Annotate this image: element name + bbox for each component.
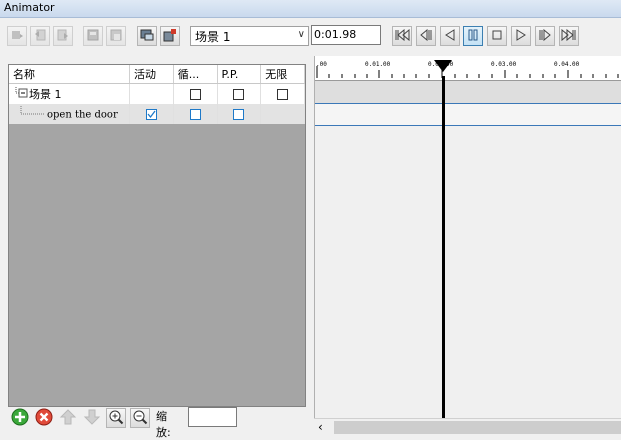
move-up-button[interactable] — [58, 408, 78, 428]
loop-checkbox[interactable] — [189, 108, 201, 120]
go-to-start-button[interactable] — [392, 26, 412, 46]
scrollbar-thumb[interactable] — [334, 421, 621, 434]
redo-icon — [56, 28, 70, 45]
step-back-button[interactable] — [416, 26, 436, 46]
save-icon — [163, 28, 177, 45]
window-title: Animator — [4, 1, 55, 14]
playhead-handle[interactable] — [434, 60, 452, 72]
timeline-track-scene[interactable] — [315, 81, 621, 103]
play-reverse-button[interactable] — [440, 26, 460, 46]
save-button[interactable] — [160, 26, 180, 46]
move-up-icon — [59, 408, 77, 429]
remove-button[interactable] — [34, 408, 54, 428]
redo-button[interactable] — [53, 26, 73, 46]
pp-cell — [217, 104, 262, 124]
timeline-track-animation[interactable] — [315, 103, 621, 126]
tick-label: 0.03.00 — [491, 61, 517, 68]
zoom-out-button[interactable] — [130, 408, 150, 428]
play-reverse-icon — [443, 28, 457, 45]
tick-label: .00 — [316, 61, 327, 68]
pp-cell — [217, 83, 262, 104]
remove-icon — [35, 408, 53, 429]
pp-checkbox[interactable] — [233, 108, 245, 120]
loop-cell — [173, 83, 218, 104]
stop-button[interactable] — [487, 26, 507, 46]
go-to-start-icon — [394, 28, 410, 45]
timeline-panel[interactable]: .00 0.01.00 0.02.00 0.03.00 0.04.00 — [314, 56, 621, 418]
chevron-down-icon: ∨ — [297, 29, 305, 40]
tree-node-label: open the door — [47, 109, 118, 120]
step-back-icon — [418, 28, 434, 45]
table-header: 名称 活动 循... P.P. 无限 — [9, 65, 305, 84]
loop-checkbox[interactable] — [189, 88, 201, 100]
tree-node-label: 场景 1 — [29, 87, 62, 101]
pause-icon — [466, 28, 480, 45]
undo-icon — [33, 28, 47, 45]
active-checkbox[interactable] — [145, 108, 157, 120]
table-row[interactable]: 场景 1 — [9, 83, 305, 104]
stop-icon — [490, 28, 504, 45]
loop-cell — [173, 104, 218, 124]
pp-checkbox[interactable] — [233, 88, 245, 100]
zoom-input[interactable] — [188, 407, 237, 427]
infinite-checkbox[interactable] — [277, 88, 289, 100]
copy-button[interactable] — [83, 26, 103, 46]
time-ruler[interactable]: .00 0.01.00 0.02.00 0.03.00 0.04.00 — [315, 56, 621, 81]
paste-button[interactable] — [106, 26, 126, 46]
tree-expand-icon[interactable] — [13, 87, 29, 102]
column-header-pp[interactable]: P.P. — [217, 65, 262, 84]
column-header-loop[interactable]: 循... — [173, 65, 218, 84]
infinite-cell — [260, 104, 305, 124]
go-to-end-icon — [561, 28, 577, 45]
add-keyframe-button[interactable] — [7, 26, 27, 46]
column-header-name[interactable]: 名称 — [9, 65, 131, 84]
undo-button[interactable] — [30, 26, 50, 46]
add-icon — [11, 408, 29, 429]
zoom-in-button[interactable] — [106, 408, 126, 428]
tree-connector-icon — [19, 105, 47, 123]
step-forward-icon — [537, 28, 553, 45]
column-header-active[interactable]: 活动 — [129, 65, 174, 84]
zoom-out-icon — [132, 409, 148, 428]
paste-icon — [109, 28, 123, 45]
play-icon — [514, 28, 528, 45]
tree-node-animation[interactable]: open the door — [9, 104, 131, 124]
copy-icon — [86, 28, 100, 45]
ruler-ticks — [316, 66, 619, 78]
move-down-icon — [83, 408, 101, 429]
animation-tree: 名称 活动 循... P.P. 无限 场景 1 open the door — [8, 64, 306, 407]
scene-select-value: 场景 1 — [195, 29, 231, 44]
step-forward-button[interactable] — [535, 26, 555, 46]
tick-label: 0.04.00 — [554, 61, 580, 68]
animation-table: 名称 活动 循... P.P. 无限 场景 1 open the door — [9, 65, 305, 124]
tree-node-scene[interactable]: 场景 1 — [9, 83, 131, 104]
monitor-icon — [140, 28, 154, 45]
add-button[interactable] — [10, 408, 30, 428]
scroll-left-icon[interactable]: ‹ — [318, 420, 323, 434]
zoom-in-icon — [108, 409, 124, 428]
add-keyframe-icon — [10, 28, 24, 45]
tick-label: 0.01.00 — [365, 61, 391, 68]
window-titlebar: Animator — [0, 0, 621, 18]
timeline-scrollbar[interactable]: ‹ — [314, 418, 621, 436]
active-cell — [129, 83, 174, 104]
pause-button[interactable] — [463, 26, 483, 46]
monitor-button[interactable] — [137, 26, 157, 46]
zoom-label: 缩放: — [156, 410, 171, 439]
column-header-infinite[interactable]: 无限 — [260, 65, 305, 84]
active-cell — [129, 104, 174, 124]
infinite-cell — [260, 83, 305, 104]
go-to-end-button[interactable] — [559, 26, 579, 46]
time-field[interactable]: 0:01.98 — [311, 25, 381, 45]
table-row[interactable]: open the door — [9, 104, 305, 124]
playhead-line[interactable] — [442, 76, 445, 418]
scene-select[interactable]: 场景 1 ∨ — [190, 26, 309, 46]
move-down-button[interactable] — [82, 408, 102, 428]
play-button[interactable] — [511, 26, 531, 46]
